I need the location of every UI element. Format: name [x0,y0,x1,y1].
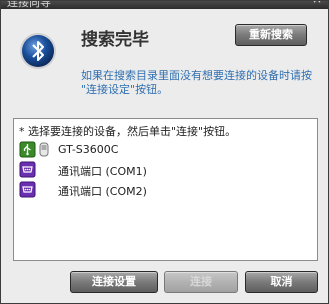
list-item-label: 通讯端口 (COM1) [58,165,147,178]
com-port-icon [19,181,36,198]
phone-icon [39,142,49,157]
window-title: 连接向导 [7,1,51,9]
list-item-label: 通讯端口 (COM2) [58,185,147,198]
list-item[interactable]: 通讯端口 (COM2) [19,181,309,198]
close-icon[interactable]: × [312,1,322,6]
bluetooth-icon [20,33,56,69]
device-list[interactable]: * 选择要连接的设备，然后单击"连接"按钮。 GT-S3600C 通讯端口 (C… [13,118,318,261]
connect-button[interactable]: 连接 [164,271,238,293]
usb-device-icon [19,141,36,158]
connection-wizard-window: 连接向导 × 搜索完毕 重新搜索 如果在搜索目录里面没有想要连接的设备时请按 "… [0,0,329,304]
rescan-button[interactable]: 重新搜索 [235,24,307,46]
list-item[interactable]: 通讯端口 (COM1) [19,161,309,178]
page-title: 搜索完毕 [81,30,149,50]
list-item[interactable]: GT-S3600C [19,141,309,158]
cancel-button[interactable]: 取消 [245,271,318,293]
com-port-icon [19,161,36,178]
hint-text: 如果在搜索目录里面没有想要连接的设备时请按 "连接设定"按钮。 [81,69,312,96]
title-bar[interactable]: 连接向导 × [1,1,328,9]
connect-settings-button[interactable]: 连接设置 [70,271,158,293]
list-instruction: * 选择要连接的设备，然后单击"连接"按钮。 [19,125,237,138]
list-item-label: GT-S3600C [58,143,119,156]
